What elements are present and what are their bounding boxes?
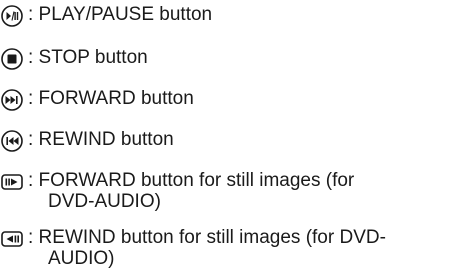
legend-label-line2: AUDIO)	[48, 248, 115, 269]
legend-label-line2: DVD-AUDIO)	[48, 191, 161, 212]
forward-icon	[0, 88, 24, 112]
legend-label: : REWIND button	[28, 129, 174, 150]
legend-label-line1: : FORWARD button for still images (for	[28, 170, 355, 191]
still-forward-icon	[0, 170, 24, 194]
still-rewind-icon	[0, 227, 24, 251]
legend-label: : FORWARD button	[28, 88, 194, 109]
stop-icon	[0, 47, 24, 71]
legend-text: : REWIND button for still images (for DV…	[28, 227, 458, 269]
legend-label-line1: : REWIND button for still images (for DV…	[28, 227, 386, 248]
legend-label: : STOP button	[28, 47, 148, 68]
button-legend: : PLAY/PAUSE button : STOP button : FORW…	[0, 0, 464, 277]
legend-text: : FORWARD button for still images (for D…	[28, 170, 458, 212]
play-pause-icon	[0, 4, 24, 28]
rewind-icon	[0, 129, 24, 153]
legend-label: : PLAY/PAUSE button	[28, 4, 213, 25]
